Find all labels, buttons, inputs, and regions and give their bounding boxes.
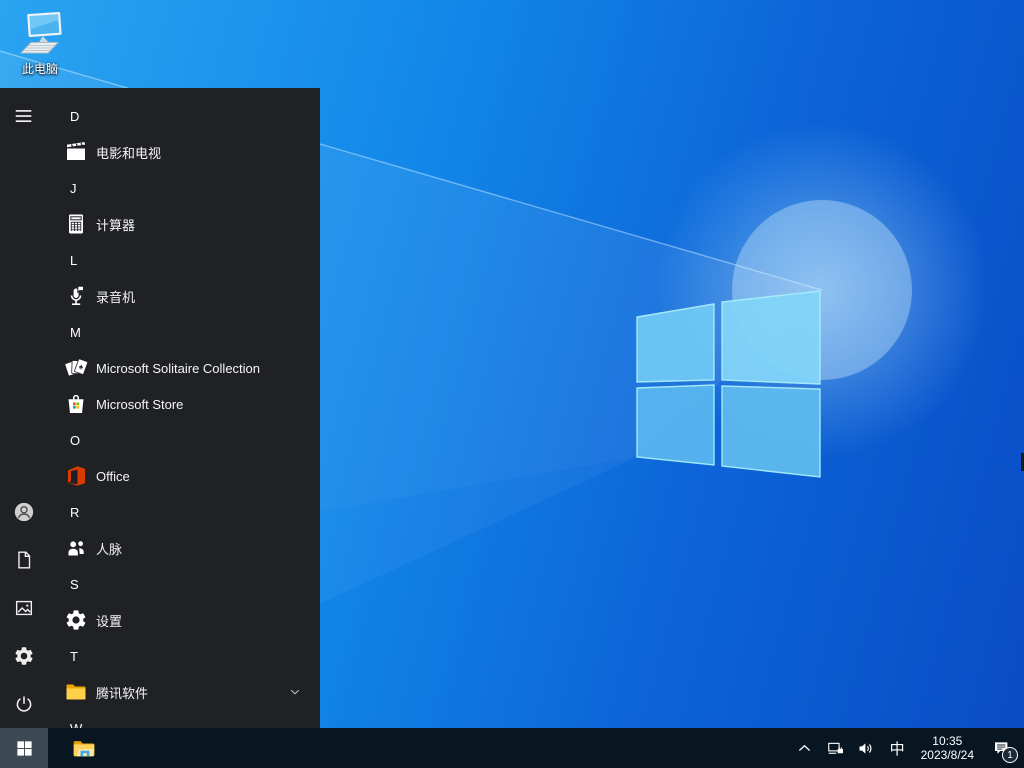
system-tray: 中 10:35 2023/8/24 1 bbox=[789, 728, 1024, 768]
section-header-j[interactable]: J bbox=[48, 170, 320, 206]
taskbar: 中 10:35 2023/8/24 1 bbox=[0, 728, 1024, 768]
section-header-s[interactable]: S bbox=[48, 566, 320, 602]
power-icon bbox=[13, 693, 35, 715]
movies-tv-icon bbox=[64, 140, 88, 164]
section-header-label: O bbox=[70, 432, 81, 448]
app-item[interactable]: 设置 bbox=[48, 602, 320, 638]
hamburger-icon bbox=[13, 105, 35, 127]
hidden-icons-button[interactable] bbox=[789, 728, 820, 768]
this-pc-label: 此电脑 bbox=[21, 62, 58, 76]
app-item[interactable]: 人脉 bbox=[48, 530, 320, 566]
settings-button[interactable] bbox=[0, 632, 48, 680]
section-header-label: D bbox=[70, 108, 80, 124]
expand-menu-button[interactable] bbox=[0, 92, 48, 140]
file-explorer-button[interactable] bbox=[60, 728, 108, 768]
app-item-label: 设置 bbox=[96, 613, 123, 629]
app-item[interactable]: 腾讯软件 bbox=[48, 674, 320, 710]
app-item-label: 腾讯软件 bbox=[96, 685, 149, 701]
gear-outline-icon bbox=[13, 645, 35, 667]
documents-button[interactable] bbox=[0, 536, 48, 584]
app-item-label: 计算器 bbox=[96, 217, 136, 233]
clock-date: 2023/8/24 bbox=[920, 748, 974, 762]
ime-indicator[interactable]: 中 bbox=[882, 728, 913, 768]
app-item-label: Microsoft Solitaire Collection bbox=[96, 360, 261, 376]
section-header-label: W bbox=[70, 720, 83, 729]
section-header-label: R bbox=[70, 504, 80, 520]
calculator-icon bbox=[64, 212, 88, 236]
file-explorer-icon bbox=[73, 741, 95, 757]
this-pc-icon bbox=[19, 11, 62, 54]
account-button[interactable] bbox=[0, 488, 48, 536]
windows-desktop-screen: 此电脑 D 电影和电视 J 计算器 L 录音机 M ♠ Microsoft Solitaire … bbox=[0, 0, 1024, 768]
app-item-label: 录音机 bbox=[96, 289, 136, 305]
start-rail bbox=[0, 88, 48, 728]
start-app-list: D 电影和电视 J 计算器 L 录音机 M ♠ Microsoft Solitaire Coll… bbox=[48, 88, 320, 728]
section-header-m[interactable]: M bbox=[48, 314, 320, 350]
store-icon bbox=[64, 392, 88, 416]
power-button[interactable] bbox=[0, 680, 48, 728]
section-header-o[interactable]: O bbox=[48, 422, 320, 458]
app-item-label: Microsoft Store bbox=[96, 396, 184, 412]
section-header-label: J bbox=[70, 180, 77, 196]
section-header-d[interactable]: D bbox=[48, 98, 320, 134]
chevron-down-icon[interactable] bbox=[288, 685, 302, 699]
app-item-label: Office bbox=[96, 468, 130, 484]
section-header-r[interactable]: R bbox=[48, 494, 320, 530]
app-item[interactable]: ♠ Microsoft Solitaire Collection bbox=[48, 350, 320, 386]
section-header-w[interactable]: W bbox=[48, 710, 320, 729]
app-item[interactable]: Microsoft Store bbox=[48, 386, 320, 422]
taskbar-clock[interactable]: 10:35 2023/8/24 bbox=[913, 734, 982, 762]
app-item[interactable]: 电影和电视 bbox=[48, 134, 320, 170]
section-header-label: M bbox=[70, 324, 81, 340]
start-menu: D 电影和电视 J 计算器 L 录音机 M ♠ Microsoft Solitaire Coll… bbox=[0, 88, 320, 728]
folder-icon bbox=[64, 680, 88, 704]
section-header-label: L bbox=[70, 252, 78, 268]
start-button[interactable] bbox=[0, 728, 48, 768]
desktop-icon-this-pc[interactable]: 此电脑 bbox=[8, 8, 72, 77]
account-icon bbox=[13, 501, 35, 523]
office-icon bbox=[64, 464, 88, 488]
voice-recorder-icon bbox=[64, 284, 88, 308]
section-header-label: S bbox=[70, 576, 79, 592]
app-item[interactable]: 计算器 bbox=[48, 206, 320, 242]
section-header-t[interactable]: T bbox=[48, 638, 320, 674]
action-center-button[interactable]: 1 bbox=[982, 728, 1022, 768]
network-button[interactable] bbox=[820, 728, 851, 768]
settings-gear-icon bbox=[64, 608, 88, 632]
pictures-icon bbox=[13, 597, 35, 619]
app-item-label: 电影和电视 bbox=[96, 145, 162, 161]
section-header-l[interactable]: L bbox=[48, 242, 320, 278]
solitaire-icon: ♠ bbox=[64, 356, 88, 380]
section-header-label: T bbox=[70, 648, 78, 664]
network-icon bbox=[827, 742, 843, 754]
clock-time: 10:35 bbox=[932, 734, 963, 748]
volume-button[interactable] bbox=[851, 728, 882, 768]
people-icon bbox=[64, 536, 88, 560]
notification-badge: 1 bbox=[1002, 747, 1018, 763]
app-item[interactable]: Office bbox=[48, 458, 320, 494]
document-icon bbox=[13, 549, 35, 571]
app-item[interactable]: 录音机 bbox=[48, 278, 320, 314]
windows-start-icon bbox=[16, 740, 32, 756]
pictures-button[interactable] bbox=[0, 584, 48, 632]
app-item-label: 人脉 bbox=[96, 541, 123, 557]
volume-icon bbox=[859, 742, 872, 754]
chevron-up-icon bbox=[798, 744, 810, 751]
